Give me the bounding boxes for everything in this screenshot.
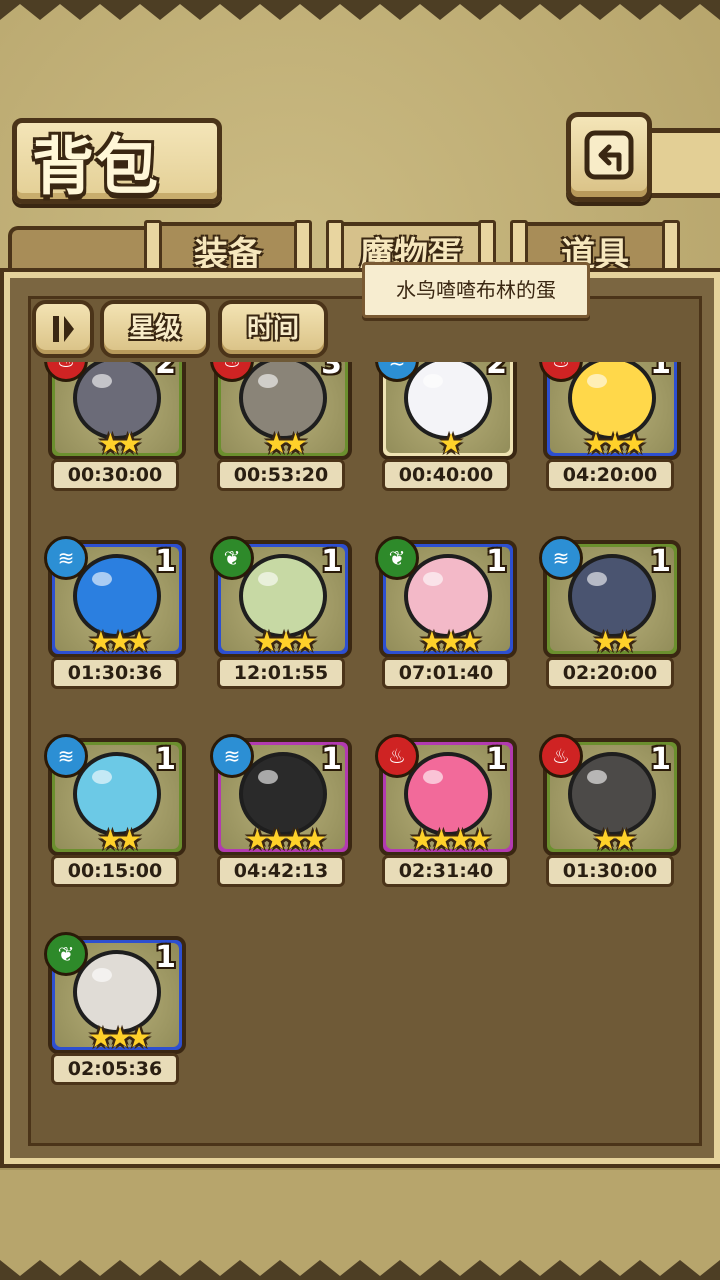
- water-element-icon: ≋: [210, 734, 254, 778]
- egg-star-rating: ★★: [97, 823, 142, 856]
- hatch-timer: 02:31:40: [382, 855, 510, 887]
- egg-count: 1: [321, 742, 342, 777]
- top-zigzag-border: [0, 0, 720, 20]
- egg-card[interactable]: 1 ★★★ ❦: [210, 536, 352, 658]
- egg-card[interactable]: 1 ★★ ≋: [539, 536, 681, 658]
- egg-star-rating: ★★★★: [409, 823, 492, 856]
- grass-element-icon: ❦: [44, 932, 88, 976]
- sort-toggle-icon: [53, 316, 74, 342]
- egg-card[interactable]: 1 ★★ ♨: [539, 734, 681, 856]
- egg-count: 1: [155, 544, 176, 579]
- sort-by-stars-label: 星级: [128, 314, 181, 344]
- grass-element-icon: ❦: [375, 536, 419, 580]
- back-rail: [640, 128, 720, 198]
- egg-card[interactable]: 1 ★★★ ❦: [375, 536, 517, 658]
- hatch-timer: 00:40:00: [382, 459, 510, 491]
- egg-card[interactable]: 1 ★★★★ ≋: [210, 734, 352, 856]
- hatch-timer: 00:30:00: [51, 459, 179, 491]
- egg-star-rating: ★★★: [254, 625, 317, 658]
- sort-by-time-button[interactable]: 时间: [218, 300, 328, 358]
- hatch-timer: 12:01:55: [217, 657, 345, 689]
- grass-element-icon: ❦: [210, 536, 254, 580]
- water-element-icon: ≋: [539, 536, 583, 580]
- egg-count: 2: [155, 362, 176, 381]
- back-button[interactable]: [566, 112, 652, 202]
- egg-card[interactable]: 1★★★♨: [539, 362, 681, 460]
- egg-count: 1: [486, 742, 507, 777]
- hatch-timer: 04:42:13: [217, 855, 345, 887]
- hatch-timer: 02:05:36: [51, 1053, 179, 1085]
- hatch-timer: 00:15:00: [51, 855, 179, 887]
- water-element-icon: ≋: [44, 734, 88, 778]
- egg-grid: 2★★♨00:30:003★★♨00:53:202★≋00:40:001★★★♨…: [24, 362, 696, 1142]
- back-arrow-icon: [584, 130, 634, 180]
- egg-star-rating: ★★: [263, 427, 308, 460]
- hatch-timer: 04:20:00: [546, 459, 674, 491]
- egg-star-rating: ★★★: [88, 625, 151, 658]
- egg-card[interactable]: 1 ★★★ ≋: [44, 536, 186, 658]
- hatch-timer: 00:53:20: [217, 459, 345, 491]
- egg-count: 2: [486, 362, 507, 381]
- egg-star-rating: ★★: [97, 427, 142, 460]
- bottom-zigzag-border: [0, 1260, 720, 1280]
- water-element-icon: ≋: [44, 536, 88, 580]
- egg-count: 1: [650, 742, 671, 777]
- egg-count: 1: [155, 940, 176, 975]
- sort-by-time-label: 时间: [246, 314, 299, 344]
- egg-count: 1: [650, 362, 671, 381]
- fire-element-icon: ♨: [539, 734, 583, 778]
- egg-card[interactable]: 2★≋: [375, 362, 517, 460]
- egg-count: 1: [321, 544, 342, 579]
- egg-star-rating: ★★★: [88, 1021, 151, 1054]
- egg-name-tooltip: 水鸟喳喳布林的蛋: [362, 262, 590, 318]
- page-title: 背包: [32, 130, 161, 203]
- sort-toggle-button[interactable]: [32, 300, 94, 358]
- egg-star-rating: ★★★★: [244, 823, 327, 856]
- egg-card[interactable]: 1 ★★★ ❦: [44, 932, 186, 1054]
- egg-card[interactable]: 1 ★★ ≋: [44, 734, 186, 856]
- egg-count: 1: [650, 544, 671, 579]
- egg-star-rating: ★: [438, 427, 463, 460]
- hatch-timer: 07:01:40: [382, 657, 510, 689]
- egg-star-rating: ★★: [592, 823, 637, 856]
- hatch-timer: 01:30:36: [51, 657, 179, 689]
- egg-card[interactable]: 2★★♨: [44, 362, 186, 460]
- fire-element-icon: ♨: [375, 734, 419, 778]
- egg-count: 3: [321, 362, 342, 381]
- egg-star-rating: ★★★: [583, 427, 646, 460]
- egg-star-rating: ★★★: [419, 625, 482, 658]
- hatch-timer: 01:30:00: [546, 855, 674, 887]
- egg-star-rating: ★★: [592, 625, 637, 658]
- sort-by-stars-button[interactable]: 星级: [100, 300, 210, 358]
- egg-count: 1: [155, 742, 176, 777]
- egg-card[interactable]: 3★★♨: [210, 362, 352, 460]
- egg-card[interactable]: 1 ★★★★ ♨: [375, 734, 517, 856]
- egg-count: 1: [486, 544, 507, 579]
- hatch-timer: 02:20:00: [546, 657, 674, 689]
